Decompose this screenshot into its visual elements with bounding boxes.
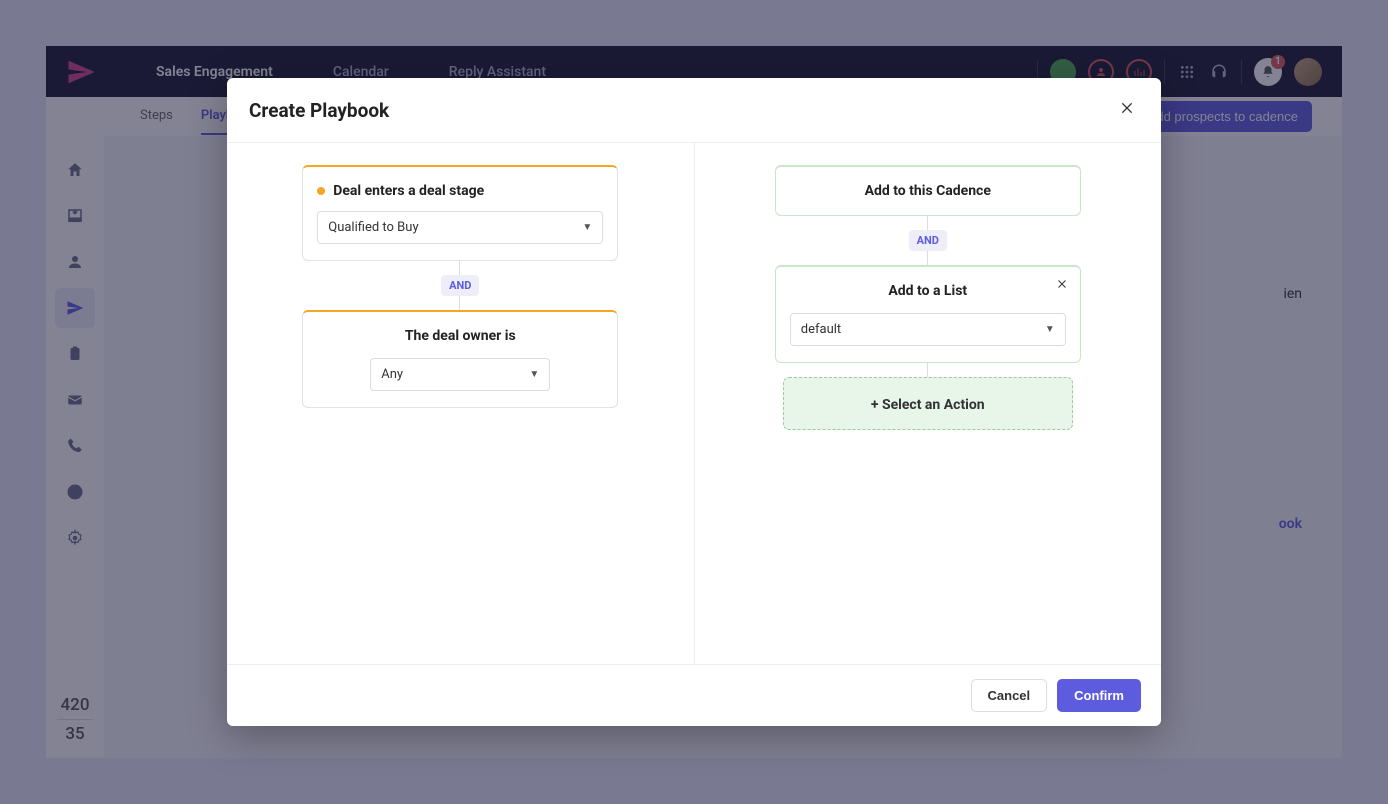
select-value: default xyxy=(801,322,841,337)
modal-header: Create Playbook xyxy=(227,78,1161,142)
modal-footer: Cancel Confirm xyxy=(227,664,1161,726)
modal-title: Create Playbook xyxy=(249,99,389,122)
triggers-column: Deal enters a deal stage Qualified to Bu… xyxy=(227,143,695,664)
select-value: Any xyxy=(381,367,403,382)
modal-close-button[interactable] xyxy=(1115,98,1139,122)
caret-down-icon: ▼ xyxy=(529,369,539,380)
trigger-title: Deal enters a deal stage xyxy=(333,183,484,199)
trigger-card-deal-stage: Deal enters a deal stage Qualified to Bu… xyxy=(302,165,618,261)
caret-down-icon: ▼ xyxy=(582,222,592,233)
filter-title: The deal owner is xyxy=(317,328,603,344)
add-action-button[interactable]: + Select an Action xyxy=(783,377,1073,430)
and-connector: AND xyxy=(441,275,479,296)
connector-line xyxy=(459,296,461,310)
select-value: Qualified to Buy xyxy=(328,220,418,235)
connector-line xyxy=(927,216,929,230)
action-title: Add to this Cadence xyxy=(790,183,1066,199)
add-action-label: + Select an Action xyxy=(871,397,985,413)
actions-column: Add to this Cadence AND Add to a List de… xyxy=(695,143,1162,664)
action-card-add-cadence: Add to this Cadence xyxy=(775,165,1081,216)
create-playbook-modal: Create Playbook Deal enters a deal stage… xyxy=(227,78,1161,726)
close-icon xyxy=(1119,100,1135,116)
caret-down-icon: ▼ xyxy=(1045,324,1055,335)
action-title: Add to a List xyxy=(790,283,1066,299)
remove-action-button[interactable] xyxy=(1056,277,1068,295)
card-title-row: Deal enters a deal stage xyxy=(317,183,603,199)
close-icon xyxy=(1056,278,1068,290)
connector-line xyxy=(927,251,929,265)
deal-stage-select[interactable]: Qualified to Buy ▼ xyxy=(317,211,603,244)
list-select[interactable]: default ▼ xyxy=(790,313,1066,346)
filter-card-deal-owner: The deal owner is Any ▼ xyxy=(302,310,618,408)
and-connector: AND xyxy=(909,230,947,251)
cancel-button[interactable]: Cancel xyxy=(971,679,1048,712)
connector-line xyxy=(459,261,461,275)
action-card-add-list: Add to a List default ▼ xyxy=(775,265,1081,363)
connector-line xyxy=(927,363,929,377)
modal-body: Deal enters a deal stage Qualified to Bu… xyxy=(227,142,1161,664)
deal-owner-select[interactable]: Any ▼ xyxy=(370,358,550,391)
confirm-button[interactable]: Confirm xyxy=(1057,679,1141,712)
status-dot-icon xyxy=(317,187,325,195)
